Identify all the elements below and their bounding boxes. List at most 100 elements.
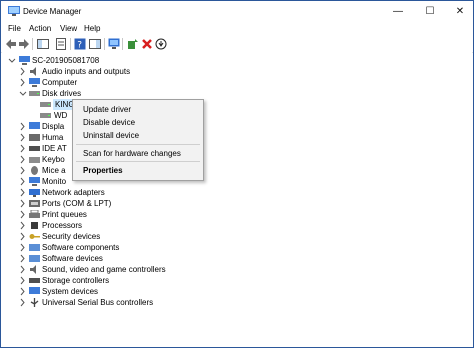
chevron-right-icon[interactable]	[19, 220, 27, 231]
system-device-icon	[29, 287, 40, 294]
menu-disable-device[interactable]: Disable device	[83, 118, 135, 127]
window-title: Device Manager	[23, 7, 82, 16]
security-key-icon	[29, 234, 40, 239]
chevron-right-icon[interactable]	[19, 176, 27, 187]
chevron-right-icon[interactable]	[19, 242, 27, 253]
toolbar-separator	[104, 38, 105, 50]
tree-item-label: Audio inputs and outputs	[42, 67, 131, 76]
tree-item-label: Software devices	[42, 254, 103, 263]
disk-drive-icon	[40, 102, 51, 107]
tree-item-label: Storage controllers	[42, 276, 110, 285]
chevron-right-icon[interactable]	[19, 165, 27, 176]
tree-item-label: Displa	[42, 122, 65, 131]
tree-item-label: System devices	[42, 287, 99, 296]
properties-icon[interactable]	[55, 38, 67, 50]
disk-drive-icon	[40, 113, 51, 118]
tree-item-label: Print queues	[42, 210, 87, 219]
device-tree: SC-201905081708 Audio inputs and outputs…	[2, 52, 472, 346]
tree-item-label: Mice a	[42, 166, 66, 175]
chevron-right-icon[interactable]	[19, 231, 27, 242]
menu-properties[interactable]: Properties	[83, 166, 123, 175]
close-button[interactable]: ✕	[445, 1, 474, 23]
computer-icon	[29, 78, 40, 87]
scan-hardware-icon[interactable]	[108, 38, 120, 50]
tree-item-label: Processors	[42, 221, 83, 230]
tree-item-label: Computer	[42, 78, 78, 87]
context-menu: Update driver Disable device Uninstall d…	[72, 99, 204, 181]
chevron-down-icon[interactable]	[19, 88, 27, 99]
chevron-right-icon[interactable]	[19, 198, 27, 209]
chevron-right-icon[interactable]	[19, 275, 27, 286]
forward-arrow-icon[interactable]	[18, 38, 30, 50]
network-adapter-icon	[29, 189, 40, 197]
disable-device-icon[interactable]	[155, 38, 167, 50]
disk-drive-icon	[29, 91, 40, 96]
update-driver-icon[interactable]	[127, 38, 139, 50]
tree-item-label: Software components	[42, 243, 120, 252]
printer-icon	[29, 210, 40, 218]
port-icon	[29, 200, 40, 207]
chevron-down-icon[interactable]	[8, 55, 16, 66]
computer-icon	[19, 56, 30, 65]
chevron-right-icon[interactable]	[19, 253, 27, 264]
tree-item-label: Disk drives	[42, 89, 82, 98]
chevron-right-icon[interactable]	[19, 286, 27, 297]
tree-item-label: Network adapters	[42, 188, 105, 197]
menu-file[interactable]: File	[8, 24, 21, 33]
tree-item-label: Monito	[42, 177, 67, 186]
device-manager-icon	[8, 6, 20, 16]
menu-uninstall-device[interactable]: Uninstall device	[83, 131, 139, 140]
chevron-right-icon[interactable]	[19, 209, 27, 220]
chevron-right-icon[interactable]	[19, 66, 27, 77]
display-adapter-icon	[29, 122, 40, 129]
storage-controller-icon	[29, 278, 40, 283]
tree-root-label: SC-201905081708	[32, 56, 100, 65]
usb-icon	[30, 298, 39, 307]
tree-item-label: Huma	[42, 133, 64, 142]
action-pane-icon[interactable]	[89, 38, 101, 50]
svg-text:?: ?	[77, 41, 82, 51]
menu-action[interactable]: Action	[29, 24, 51, 33]
title-bar: Device Manager — ☐ ✕	[1, 1, 473, 23]
tree-item-label: IDE AT	[42, 144, 67, 153]
speaker-icon	[30, 265, 36, 274]
tree-item-label: WD	[54, 111, 68, 120]
toolbar-separator	[122, 38, 123, 50]
uninstall-x-icon[interactable]	[141, 38, 153, 50]
chevron-right-icon[interactable]	[19, 154, 27, 165]
speaker-icon	[30, 67, 36, 76]
menu-view[interactable]: View	[60, 24, 77, 33]
context-menu-separator	[76, 144, 200, 145]
toolbar: ?	[1, 36, 473, 53]
keyboard-icon	[29, 157, 40, 163]
chevron-right-icon[interactable]	[19, 143, 27, 154]
menu-help[interactable]: Help	[84, 24, 100, 33]
context-menu-separator	[76, 161, 200, 162]
chevron-right-icon[interactable]	[19, 121, 27, 132]
hid-icon	[29, 134, 40, 141]
ide-controller-icon	[29, 146, 40, 151]
chevron-right-icon[interactable]	[19, 297, 27, 308]
tree-item-label: Universal Serial Bus controllers	[42, 298, 154, 307]
help-icon[interactable]: ?	[74, 38, 86, 50]
menu-scan-hardware-changes[interactable]: Scan for hardware changes	[83, 149, 181, 158]
software-device-icon	[29, 255, 40, 262]
tree-item-label: Keybo	[42, 155, 65, 164]
chevron-right-icon[interactable]	[19, 264, 27, 275]
tree-item-label: Ports (COM & LPT)	[42, 199, 112, 208]
show-hide-console-tree-icon[interactable]	[37, 38, 49, 50]
monitor-icon	[29, 177, 40, 186]
mouse-icon	[31, 166, 38, 175]
menu-bar: File Action View Help	[1, 23, 473, 36]
software-component-icon	[29, 244, 40, 251]
back-arrow-icon[interactable]	[5, 38, 17, 50]
processor-icon	[31, 222, 38, 229]
chevron-right-icon[interactable]	[19, 77, 27, 88]
menu-update-driver[interactable]: Update driver	[83, 105, 131, 114]
chevron-right-icon[interactable]	[19, 132, 27, 143]
chevron-right-icon[interactable]	[19, 187, 27, 198]
tree-item-label: Sound, video and game controllers	[42, 265, 166, 274]
tree-item-label: Security devices	[42, 232, 101, 241]
minimize-button[interactable]: —	[383, 1, 413, 23]
maximize-button[interactable]: ☐	[415, 1, 445, 23]
